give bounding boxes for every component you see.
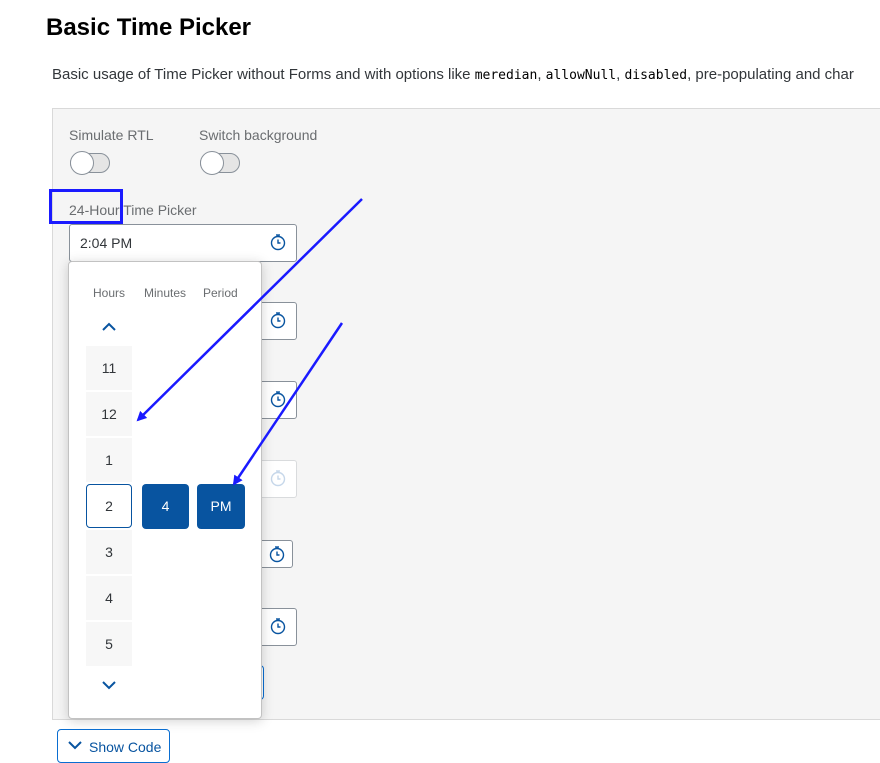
description-suffix: , pre-populating and char [687,66,854,83]
period-column-header: Period [203,286,238,300]
clock-icon[interactable] [269,390,287,408]
switch-knob [200,151,224,175]
minutes-column-header: Minutes [144,286,187,300]
hour-option[interactable]: 12 [86,392,132,436]
hour-option[interactable]: 5 [86,622,132,666]
period-option-selected[interactable]: PM [197,484,245,529]
hour-option[interactable]: 11 [86,346,132,390]
hours-column-header: Hours [93,286,126,300]
hour-option[interactable]: 4 [86,576,132,620]
chevron-down-icon[interactable] [101,680,117,690]
time-picker-input[interactable]: 2:04 PM [69,224,297,262]
clock-icon[interactable] [269,617,287,635]
switch-knob [70,151,94,175]
clock-icon [270,470,286,487]
code-term-disabled: disabled [624,68,688,83]
hour-option[interactable]: 1 [86,438,132,482]
clock-icon[interactable] [269,233,287,251]
description-prefix: Basic usage of Time Picker without Forms… [52,66,475,83]
clock-icon[interactable] [269,311,287,329]
minute-option-selected[interactable]: 4 [142,484,189,529]
switch-background-label: Switch background [199,127,318,143]
page-description: Basic usage of Time Picker without Forms… [52,66,854,83]
clock-icon[interactable] [268,545,286,563]
simulate-rtl-switch[interactable] [70,151,110,175]
time-picker-popover: Hours Minutes Period 11 12 1 2 3 4 5 4 P… [68,261,262,719]
time-picker-value: 2:04 PM [80,235,133,251]
hour-option-selected[interactable]: 2 [86,484,132,528]
chevron-down-icon [68,741,82,750]
switch-background-switch[interactable] [200,151,240,175]
code-term-allownull: allowNull [545,68,617,83]
hour-option[interactable]: 3 [86,530,132,574]
simulate-rtl-label: Simulate RTL [69,127,154,143]
chevron-up-icon[interactable] [101,322,117,332]
page-title: Basic Time Picker [46,14,252,41]
code-term-meredian: meredian [474,68,538,83]
show-code-button[interactable]: Show Code [57,729,170,763]
show-code-label: Show Code [89,739,162,755]
annotation-highlight-box [49,189,123,224]
